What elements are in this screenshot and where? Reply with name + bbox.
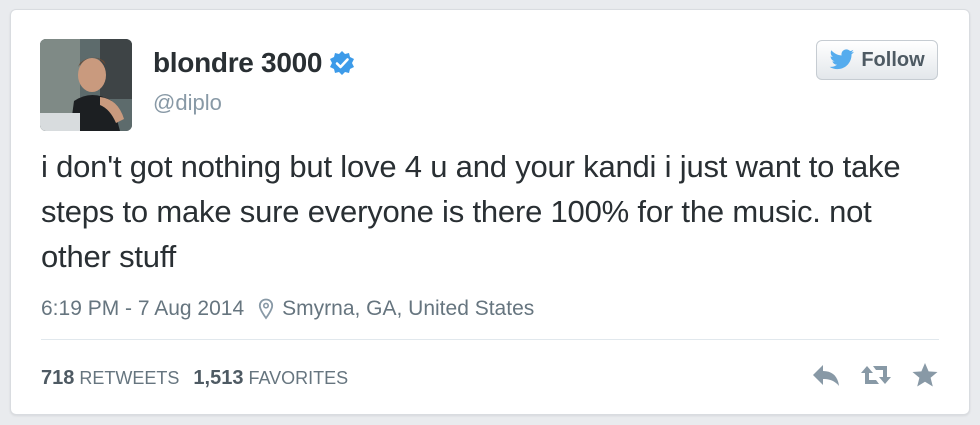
follow-button[interactable]: Follow xyxy=(816,40,938,80)
favorites-count[interactable]: 1,513 xyxy=(193,367,243,390)
tweet-card: blondre 3000 @diplo Follow i don't got n… xyxy=(10,9,970,415)
reply-icon[interactable] xyxy=(811,362,841,388)
retweets-label[interactable]: RETWEETS xyxy=(79,368,179,389)
twitter-bird-icon xyxy=(829,49,855,71)
follow-button-label: Follow xyxy=(861,48,925,71)
favorite-star-icon[interactable] xyxy=(911,362,939,388)
display-name[interactable]: blondre 3000 xyxy=(153,47,322,79)
retweet-icon[interactable] xyxy=(859,362,893,388)
author-name-row: blondre 3000 xyxy=(153,47,355,79)
divider xyxy=(41,339,939,340)
tweet-location[interactable]: Smyrna, GA, United States xyxy=(282,297,534,321)
tweet-text: i don't got nothing but love 4 u and you… xyxy=(41,149,901,274)
tweet-timestamp[interactable]: 6:19 PM - 7 Aug 2014 xyxy=(41,297,244,321)
retweets-count[interactable]: 718 xyxy=(41,367,74,390)
location-pin-icon xyxy=(258,298,274,320)
tweet-actions xyxy=(811,362,939,388)
user-handle[interactable]: @diplo xyxy=(153,90,222,116)
avatar[interactable] xyxy=(40,39,132,131)
tweet-stats: 718 RETWEETS 1,513 FAVORITES xyxy=(41,367,362,390)
verified-badge-icon xyxy=(329,50,355,76)
tweet-meta: 6:19 PM - 7 Aug 2014 Smyrna, GA, United … xyxy=(41,297,534,321)
favorites-label[interactable]: FAVORITES xyxy=(248,368,348,389)
